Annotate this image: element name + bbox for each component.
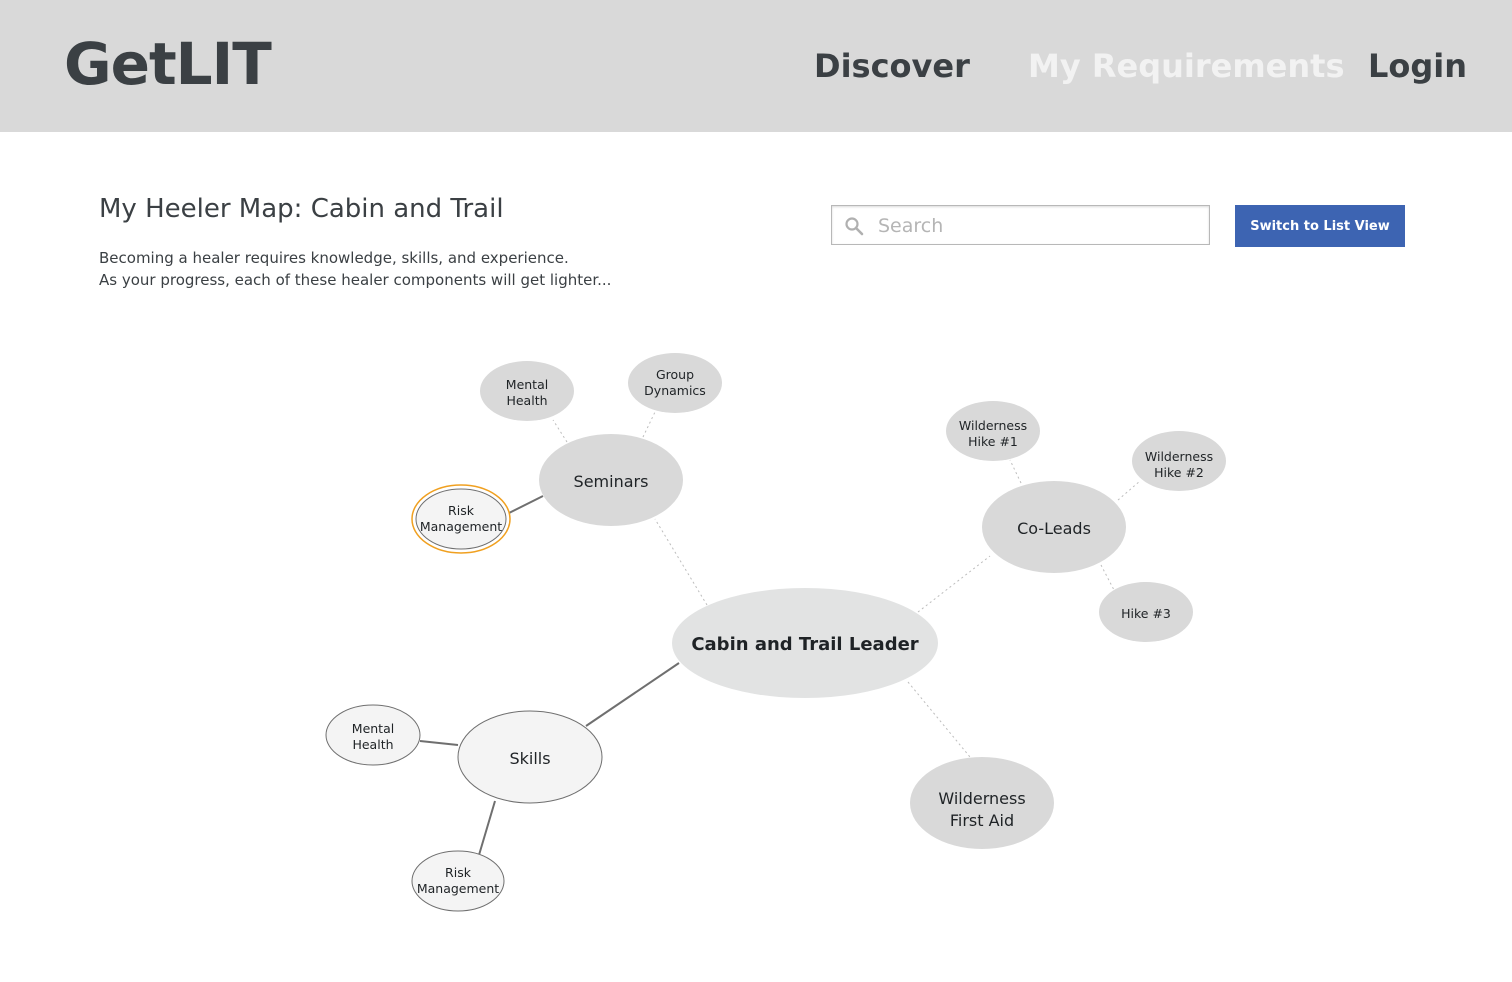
node-co-leads[interactable]: Co-Leads	[982, 481, 1126, 573]
edge-skills-mental-health	[419, 740, 459, 746]
edge-coleads-hike1	[1009, 459, 1022, 484]
node-hike-3[interactable]: Hike #3	[1099, 582, 1193, 642]
node-label: Hike #3	[1121, 606, 1171, 621]
node-label-line-1: Mental	[506, 377, 548, 392]
node-label: Cabin and Trail Leader	[691, 634, 918, 655]
node-label-line-2: Health	[352, 737, 393, 752]
node-label-line-1: Risk	[448, 503, 475, 518]
node-label: Co-Leads	[1017, 519, 1091, 538]
edge-center-seminars	[654, 518, 708, 606]
edge-center-first-aid	[907, 681, 971, 758]
node-wilderness-hike-2[interactable]: Wilderness Hike #2	[1132, 431, 1226, 491]
node-label: Seminars	[574, 472, 649, 491]
node-label-line-2: Dynamics	[644, 383, 706, 398]
node-label-line-2: Management	[420, 519, 502, 534]
edge-skills-risk-management	[478, 800, 496, 856]
node-wilderness-hike-1[interactable]: Wilderness Hike #1	[946, 401, 1040, 461]
node-label-line-2: First Aid	[950, 811, 1014, 830]
node-cabin-and-trail-leader[interactable]: Cabin and Trail Leader	[672, 588, 938, 698]
node-skills-risk-management[interactable]: Risk Management	[411, 850, 505, 912]
edge-coleads-hike3	[1100, 564, 1115, 591]
node-label-line-1: Mental	[352, 721, 394, 736]
node-label-line-1: Group	[656, 367, 694, 382]
edge-coleads-hike2	[1117, 480, 1141, 501]
edge-seminars-mental-health	[552, 419, 568, 443]
node-wilderness-first-aid[interactable]: Wilderness First Aid	[910, 757, 1054, 849]
node-label-line-1: Wilderness	[1145, 449, 1213, 464]
node-seminars-group-dynamics[interactable]: Group Dynamics	[628, 353, 722, 413]
heeler-map: Cabin and Trail Leader Seminars Mental H…	[325, 353, 1226, 912]
node-seminars-mental-health[interactable]: Mental Health	[480, 361, 574, 421]
node-label: Skills	[509, 749, 550, 768]
node-label-line-2: Management	[417, 881, 499, 896]
node-label-line-1: Wilderness	[938, 789, 1025, 808]
edge-seminars-risk-management	[508, 495, 544, 514]
node-skills-mental-health[interactable]: Mental Health	[325, 704, 421, 766]
node-skills[interactable]: Skills	[457, 710, 603, 804]
edge-seminars-group-dynamics	[642, 411, 656, 438]
node-seminars-risk-management[interactable]: Risk Management	[411, 484, 511, 554]
node-label-line-2: Hike #1	[968, 434, 1018, 449]
node-label-line-1: Risk	[445, 865, 472, 880]
edge-center-skills	[585, 662, 680, 727]
node-label-line-2: Hike #2	[1154, 465, 1204, 480]
node-seminars[interactable]: Seminars	[539, 434, 683, 526]
node-label-line-1: Wilderness	[959, 418, 1027, 433]
node-label-line-2: Health	[506, 393, 547, 408]
edge-center-coleads	[917, 555, 991, 613]
